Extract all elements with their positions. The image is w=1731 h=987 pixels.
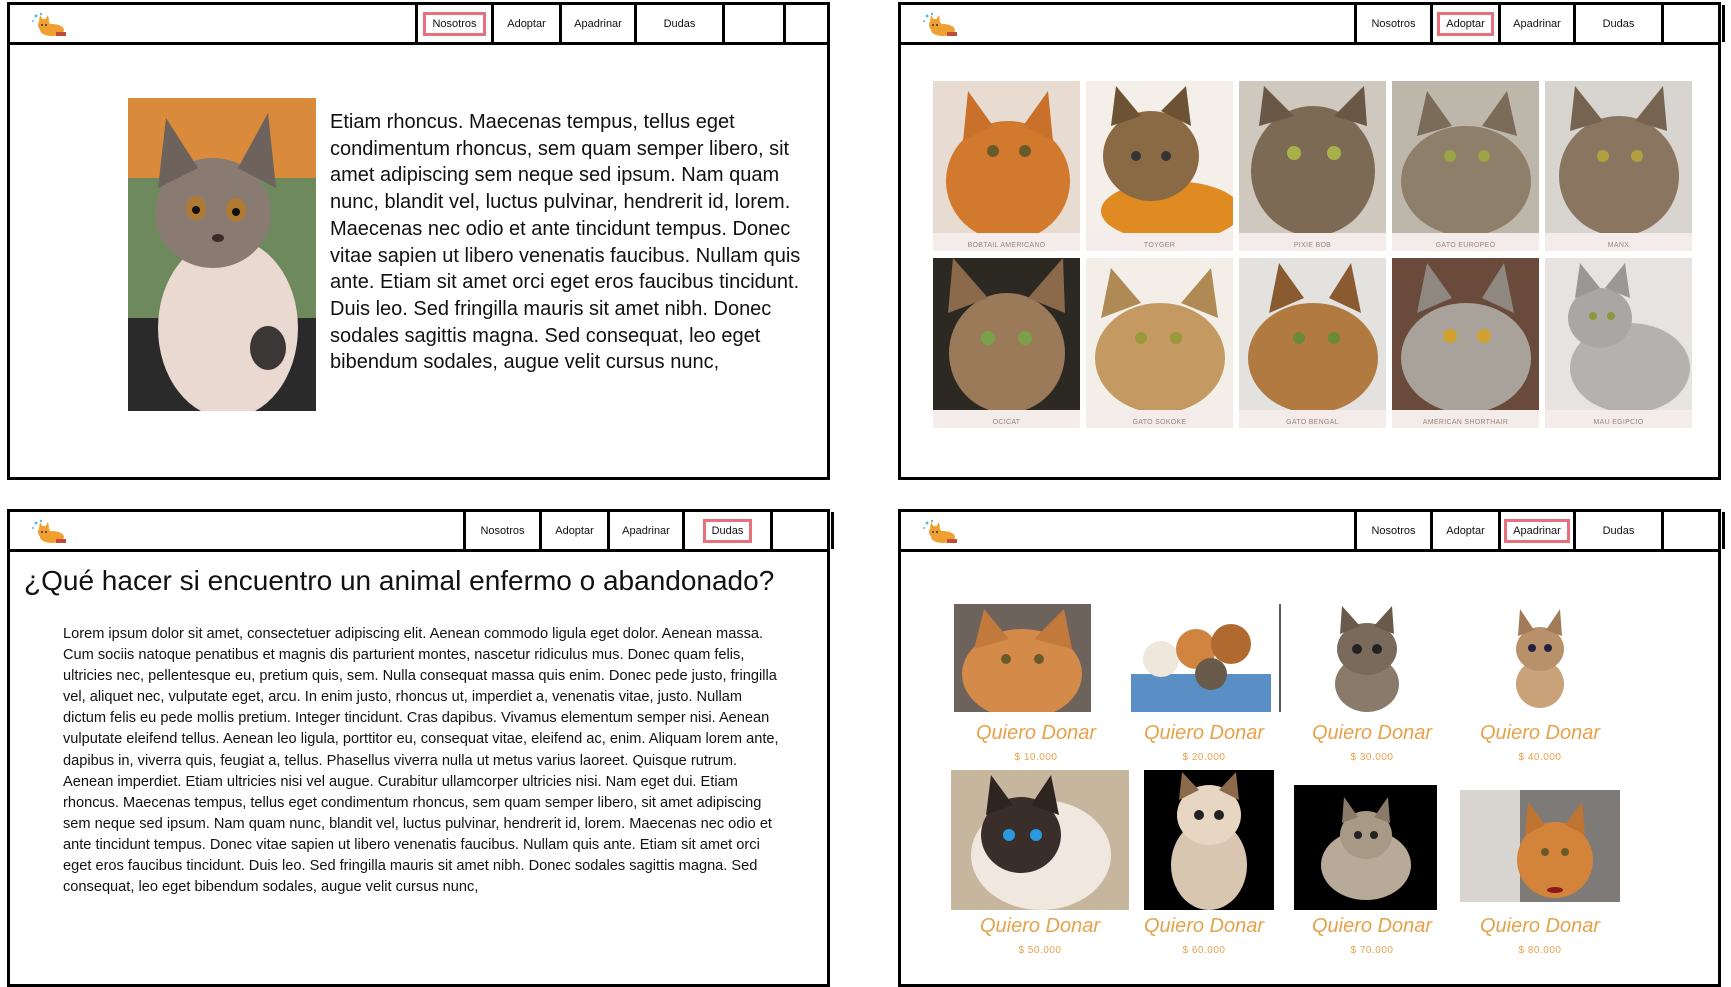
cat-card[interactable]: GATO BENGAL	[1239, 258, 1386, 428]
cat-card[interactable]: MANX	[1545, 81, 1692, 251]
cat-photo	[1086, 81, 1233, 233]
cat-photo	[954, 604, 1091, 712]
quiero-donar-button[interactable]: Quiero Donar	[1455, 722, 1625, 745]
nav-dudas[interactable]: Dudas	[634, 5, 722, 42]
quiero-donar-button[interactable]: Quiero Donar	[1119, 915, 1289, 938]
nav-empty-slot	[770, 512, 834, 549]
donation-amount: $ 50.000	[1018, 945, 1062, 956]
nav-empty-slot	[1661, 512, 1725, 549]
logo-cat-icon[interactable]	[30, 12, 70, 38]
donation-amount: $ 10.000	[1014, 752, 1058, 763]
cat-photo	[1086, 258, 1233, 410]
cat-photo	[951, 770, 1129, 910]
donation-amount: $ 30.000	[1350, 752, 1394, 763]
about-paragraph: Etiam rhoncus. Maecenas tempus, tellus e…	[330, 111, 801, 374]
cat-photo	[1239, 81, 1386, 233]
nav-empty-slot	[722, 5, 786, 42]
nav-nosotros[interactable]: Nosotros	[463, 512, 539, 549]
nav-empty-slot	[1661, 5, 1725, 42]
nav-dudas[interactable]: Dudas	[1573, 512, 1661, 549]
wireframe-dudas: Nosotros Adoptar Apadrinar Dudas ¿Qué ha…	[7, 509, 834, 987]
nav-dudas[interactable]: Dudas	[682, 512, 770, 549]
nav-menu: Nosotros Adoptar Apadrinar Dudas	[1354, 512, 1725, 549]
cat-breed-caption: OCICAT	[992, 419, 1021, 426]
logo-cat-icon[interactable]	[30, 519, 70, 545]
donation-amount: $ 20.000	[1182, 752, 1226, 763]
cat-photo	[1460, 790, 1620, 902]
faq-title: ¿Qué hacer si encuentro un animal enferm…	[24, 565, 775, 596]
nav-apadrinar[interactable]: Apadrinar	[607, 512, 682, 549]
nav-menu: Nosotros Adoptar Apadrinar Dudas	[415, 5, 786, 42]
navbar: Nosotros Adoptar Apadrinar Dudas	[901, 512, 1725, 552]
cat-photo	[933, 81, 1080, 233]
cat-breed-caption: GATO BENGAL	[1286, 419, 1339, 426]
navbar: Nosotros Adoptar Apadrinar Dudas	[901, 5, 1725, 45]
cat-card[interactable]: GATO SOKOKE	[1086, 258, 1233, 428]
donation-amount: $ 80.000	[1518, 945, 1562, 956]
cat-breed-caption: BOBTAIL AMERICANO	[967, 242, 1046, 249]
cat-photo	[1239, 258, 1386, 410]
navbar: Nosotros Adoptar Apadrinar Dudas	[10, 512, 834, 552]
wireframe-nosotros: Nosotros Adoptar Apadrinar Dudas Etiam r…	[7, 2, 830, 480]
wireframe-adoptar: Nosotros Adoptar Apadrinar Dudas BOBTAIL…	[898, 2, 1725, 480]
nav-apadrinar[interactable]: Apadrinar	[1498, 512, 1573, 549]
cat-breed-caption: MAU EGIPCIO	[1593, 419, 1644, 426]
quiero-donar-button[interactable]: Quiero Donar	[1119, 722, 1289, 745]
cat-card[interactable]: GATO EUROPEO	[1392, 81, 1539, 251]
nav-apadrinar[interactable]: Apadrinar	[559, 5, 634, 42]
cat-photo	[1545, 81, 1692, 233]
cat-breed-caption: GATO EUROPEO	[1435, 242, 1496, 249]
cat-card[interactable]: AMERICAN SHORTHAIR	[1392, 258, 1539, 428]
nav-adoptar[interactable]: Adoptar	[1430, 5, 1498, 42]
nav-menu: Nosotros Adoptar Apadrinar Dudas	[1354, 5, 1725, 42]
quiero-donar-button[interactable]: Quiero Donar	[951, 722, 1121, 745]
cat-photo	[1121, 604, 1281, 712]
logo-cat-icon[interactable]	[921, 12, 961, 38]
cat-photo	[1392, 81, 1539, 233]
nav-adoptar[interactable]: Adoptar	[1430, 512, 1498, 549]
kitten-photo	[128, 98, 316, 411]
logo-cat-icon[interactable]	[921, 519, 961, 545]
donation-amount: $ 60.000	[1182, 945, 1226, 956]
cat-card[interactable]: MAU EGIPCIO	[1545, 258, 1692, 428]
cat-photo	[1545, 258, 1692, 410]
wireframe-apadrinar: Nosotros Adoptar Apadrinar Dudas Quiero …	[898, 509, 1725, 987]
cat-photo	[1392, 258, 1539, 410]
cat-card[interactable]: PIXIE BOB	[1239, 81, 1386, 251]
faq-body: Lorem ipsum dolor sit amet, consectetuer…	[63, 626, 779, 896]
cat-breed-caption: MANX	[1607, 242, 1630, 249]
cat-breed-caption: GATO SOKOKE	[1132, 419, 1187, 426]
cat-breed-grid: BOBTAIL AMERICANO TOYGER PIXIE BOB GATO …	[933, 81, 1693, 431]
nav-dudas[interactable]: Dudas	[1573, 5, 1661, 42]
cat-photo	[933, 258, 1080, 410]
navbar: Nosotros Adoptar Apadrinar Dudas	[10, 5, 827, 45]
donation-amount: $ 40.000	[1518, 752, 1562, 763]
cat-card[interactable]: BOBTAIL AMERICANO	[933, 81, 1080, 251]
cat-card[interactable]: OCICAT	[933, 258, 1080, 428]
nav-adoptar[interactable]: Adoptar	[491, 5, 559, 42]
nav-menu: Nosotros Adoptar Apadrinar Dudas	[463, 512, 834, 549]
cat-photo	[1500, 604, 1580, 712]
cat-breed-caption: PIXIE BOB	[1293, 242, 1332, 249]
cat-breed-caption: TOYGER	[1143, 242, 1176, 249]
quiero-donar-button[interactable]: Quiero Donar	[955, 915, 1125, 938]
nav-apadrinar[interactable]: Apadrinar	[1498, 5, 1573, 42]
donation-amount: $ 70.000	[1350, 945, 1394, 956]
quiero-donar-button[interactable]: Quiero Donar	[1287, 722, 1457, 745]
nav-nosotros[interactable]: Nosotros	[1354, 512, 1430, 549]
cat-card[interactable]: TOYGER	[1086, 81, 1233, 251]
quiero-donar-button[interactable]: Quiero Donar	[1287, 915, 1457, 938]
nav-nosotros[interactable]: Nosotros	[415, 5, 491, 42]
cat-photo	[1144, 770, 1274, 910]
nav-adoptar[interactable]: Adoptar	[539, 512, 607, 549]
cat-photo	[1312, 604, 1422, 712]
quiero-donar-button[interactable]: Quiero Donar	[1455, 915, 1625, 938]
nav-nosotros[interactable]: Nosotros	[1354, 5, 1430, 42]
cat-photo	[1294, 785, 1437, 910]
cat-breed-caption: AMERICAN SHORTHAIR	[1422, 419, 1509, 426]
